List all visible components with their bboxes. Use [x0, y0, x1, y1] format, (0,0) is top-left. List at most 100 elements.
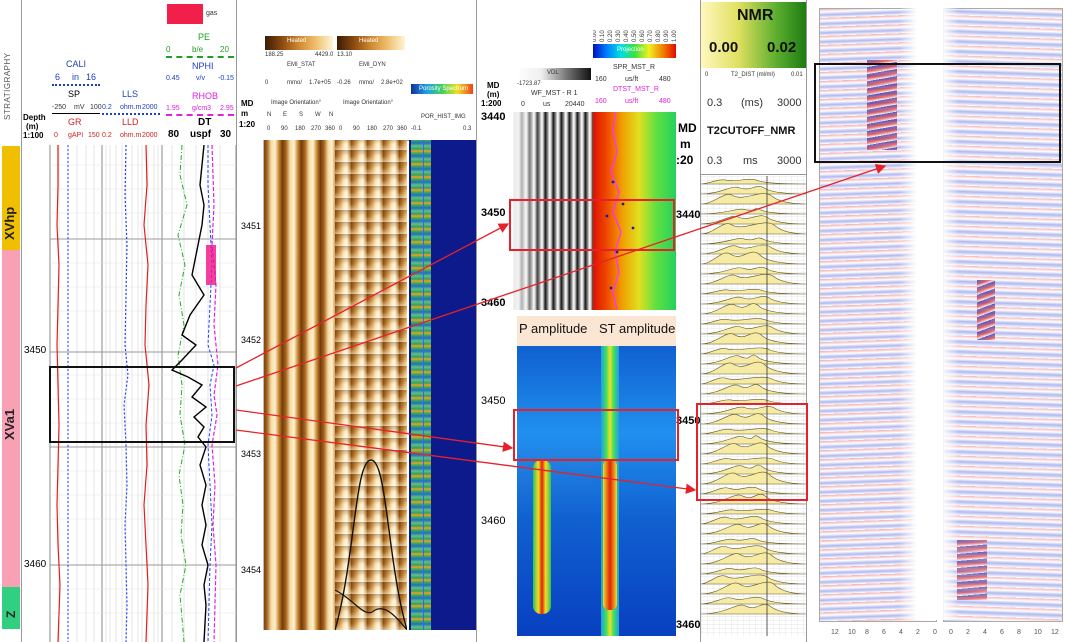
nmr-row1-min: 0.3: [707, 97, 723, 109]
sonic-header: MD (m) 1:200 VDL -1723.87 WF_MST - R 1 0…: [477, 0, 678, 112]
spr-tick-label: 0.40: [624, 30, 630, 42]
dyn-scale-min: -0.26: [337, 80, 351, 86]
acoustic-tick-right: 2: [966, 629, 970, 636]
acoustic-tick-left: 4: [899, 629, 903, 636]
acoustic-tick-left: 6: [882, 629, 886, 636]
t2-distribution: [701, 176, 806, 636]
stratigraphy-header: STRATIGRAPHY: [3, 52, 12, 120]
nmr-row1-unit: (ms): [741, 97, 763, 109]
depth-scale: 1:100: [23, 131, 44, 140]
dyn-min: 13.10: [337, 52, 353, 58]
nmr-md-unit: m: [680, 137, 691, 151]
sonic-md-label: MD: [487, 81, 500, 90]
stat-tick-360: 360: [325, 126, 336, 132]
spectrum-name: POR_HIST_IMG: [421, 114, 466, 120]
nmr-md-scale: :20: [676, 153, 694, 167]
depth-3460: 3460: [24, 559, 47, 570]
st-amplitude-hot: [603, 460, 617, 610]
stat-max: 4429.0: [315, 52, 334, 58]
gr-min: 0: [54, 132, 58, 139]
dtst-max: 480: [659, 98, 671, 105]
spr-tick-label: 0.20: [608, 30, 614, 42]
nmr-row1-max: 3000: [777, 97, 802, 109]
spectrum-band: [411, 140, 431, 630]
conventional-log-track: Depth (m) 1:100 CALI 6 in 16 SP -250 mV …: [22, 0, 236, 642]
rhob-max: 2.95: [220, 105, 234, 112]
lld-name: LLD: [122, 117, 139, 127]
st-amplitude-label: ST amplitude: [599, 321, 676, 336]
dyn-tick-360: 360: [397, 126, 408, 132]
acoustic-tick-right: 6: [1000, 629, 1004, 636]
lls-max: 2000: [142, 104, 158, 111]
gr-name: GR: [68, 117, 82, 127]
stat-tick-180: 180: [295, 126, 306, 132]
wf-vdl: VDL: [547, 70, 559, 76]
dtst-name: DTST_MST_R: [613, 86, 659, 93]
stat-tick-0: 0: [267, 126, 271, 132]
stat-compass-n: N: [267, 112, 272, 118]
p-amplitude-label: P amplitude: [519, 321, 588, 336]
image-log-track: MD m 1:20 Heated 188.25 4429.0 EMI_STAT …: [236, 0, 476, 642]
dyn-title: Heated: [359, 38, 379, 44]
lld-unit: ohm.m: [120, 132, 142, 139]
md-label: MD: [241, 99, 254, 108]
sonic-3440: 3440: [481, 111, 506, 123]
dt-name: DT: [198, 117, 212, 128]
stat-name: EMI_STAT: [287, 62, 316, 68]
spr-tick-label: 0.60: [640, 30, 646, 42]
spectrum-tick-min: -0.1: [411, 126, 422, 132]
md-scale: 1:20: [239, 120, 256, 129]
dt-max: 30: [220, 129, 232, 140]
sp-min: -250: [52, 104, 67, 111]
gr-unit: gAPI: [68, 132, 84, 139]
dtst-unit: us/ft: [625, 98, 639, 105]
waveform-fade: [513, 112, 543, 310]
spr-tick-label: 0.70: [648, 30, 654, 42]
spr-unit: us/ft: [625, 76, 639, 83]
md-unit: m: [241, 109, 249, 118]
spr-tick-label: 0.30: [616, 30, 622, 42]
stat-min: 188.25: [265, 52, 284, 58]
acoustic-tick-right: 0: [949, 629, 953, 636]
nmr-row2-min: 0.3: [707, 155, 723, 167]
depth-unit: (m): [26, 122, 39, 131]
stat-compass-s: S: [299, 112, 304, 118]
lld-max: 2000: [142, 132, 158, 139]
pe-min: 0: [166, 45, 171, 54]
acoustic-tick-left: 12: [831, 629, 839, 636]
acoustic-bottom-ticks: 12 10 8 6 4 2 0 0 2 4 6 8 10 12: [831, 629, 1059, 636]
sp-name: SP: [68, 89, 81, 99]
spr-tick-label: 0.90: [664, 30, 670, 42]
sonic-3450: 3450: [481, 207, 506, 219]
md-3451: 3451: [241, 221, 262, 231]
t2dist-name: T2_DIST (ml/ml): [731, 72, 775, 78]
zone-xvhp-label: XVhp: [2, 206, 17, 240]
gas-swatch: [167, 4, 203, 24]
spr-min: 160: [595, 76, 607, 83]
acoustic-tick-right: 12: [1051, 629, 1059, 636]
t2dist-max: 0.01: [791, 72, 803, 78]
cali-min: 6: [55, 72, 61, 82]
sonic-md-unit: (m): [487, 90, 500, 99]
dyn-orientation: Image Orientation°: [343, 100, 394, 106]
dyn-sinusoid: [335, 459, 407, 630]
zone-z: [2, 587, 20, 629]
acoustic-image-panel: 12 10 8 6 4 2 0 0 2 4 6 8 10 12: [806, 0, 1065, 642]
spr-tick-label: 0.80: [656, 30, 662, 42]
dtst-min: 160: [595, 98, 607, 105]
zone-xva1-label: XVa1: [2, 408, 17, 440]
nmr-title: NMR: [737, 7, 774, 24]
t2cutoff-label: T2CUTOFF_NMR: [707, 125, 796, 137]
acoustic-tick-right: 10: [1034, 629, 1042, 636]
dyn-name: EMI_DYN: [359, 62, 386, 68]
stratigraphy-column: STRATIGRAPHY XVhp XVa1 Z: [0, 0, 22, 642]
rhob-min: 1.95: [166, 105, 180, 112]
nmr-3440: 3440: [676, 209, 700, 221]
nmr-val-right: 0.02: [767, 39, 797, 56]
acoustic-strong-event-2: [977, 280, 995, 340]
wf-unit: us: [543, 101, 551, 108]
sonic-3460: 3460: [481, 297, 506, 309]
nmr-track: NMR 0.00 0.02 0 T2_DIST (ml/ml) 0.01 0.3…: [700, 0, 806, 642]
spr-tick-label: 0.00: [593, 30, 598, 42]
dyn-tick-270: 270: [383, 126, 394, 132]
